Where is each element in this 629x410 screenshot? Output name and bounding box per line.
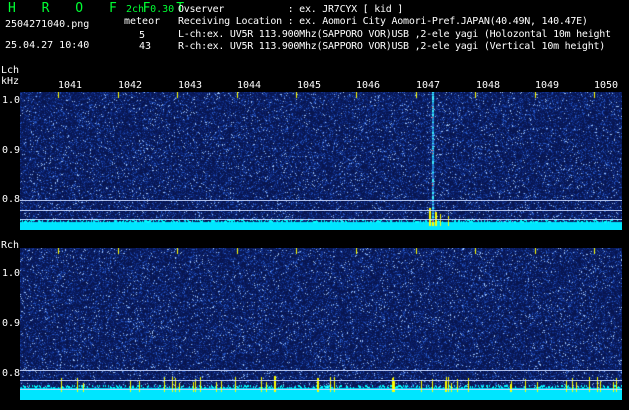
time-tick: 1049 <box>535 80 560 91</box>
time-tick: 1043 <box>178 80 203 91</box>
rch-ytick: 0.8 <box>2 368 21 379</box>
rch-gridline <box>20 380 622 381</box>
time-tick: 1044 <box>237 80 262 91</box>
time-tick: 1045 <box>297 80 322 91</box>
time-tick: 1050 <box>594 80 619 91</box>
time-tick: 1047 <box>416 80 441 91</box>
observer-info: Ovserver : ex. JR7CYX [ kid ] <box>178 4 404 15</box>
rch-ytick: 1.0 <box>2 268 21 279</box>
app-version: 2ch 0.30 <box>126 4 175 15</box>
time-tick: 1048 <box>476 80 501 91</box>
lch-gridline <box>20 219 622 220</box>
time-tick: 1046 <box>356 80 381 91</box>
rch-waterfall <box>20 248 622 400</box>
rch-ytick: 0.9 <box>2 318 21 329</box>
lch-config-info: L-ch:ex. UV5R 113.900Mhz(SAPPORO VOR)USB… <box>178 29 611 40</box>
lch-ytick: 1.0 <box>2 95 21 106</box>
filename-label: 2504271040.png <box>5 19 90 30</box>
datetime-label: 25.04.27 10:40 <box>5 40 90 51</box>
lch-ytick: 0.9 <box>2 145 21 156</box>
rch-gridline <box>20 370 622 371</box>
rch-gridline <box>20 389 622 390</box>
location-info: Receiving Location : ex. Aomori City Aom… <box>178 16 588 27</box>
rch-count: 43 <box>139 41 152 52</box>
time-tick: 1041 <box>58 80 83 91</box>
lch-ytick: 0.8 <box>2 194 21 205</box>
rch-config-info: R-ch:ex. UV5R 113.900Mhz(SAPPORO VOR)USB… <box>178 41 606 52</box>
time-tick: 1042 <box>118 80 143 91</box>
detection-type-label: meteor <box>124 16 161 27</box>
lch-count: 5 <box>139 30 146 41</box>
lch-gridline <box>20 210 622 211</box>
rch-label: Rch <box>1 240 20 251</box>
lch-gridline <box>20 200 622 201</box>
lch-label: Lch <box>1 65 20 76</box>
khz-unit-label: kHz <box>1 76 20 87</box>
